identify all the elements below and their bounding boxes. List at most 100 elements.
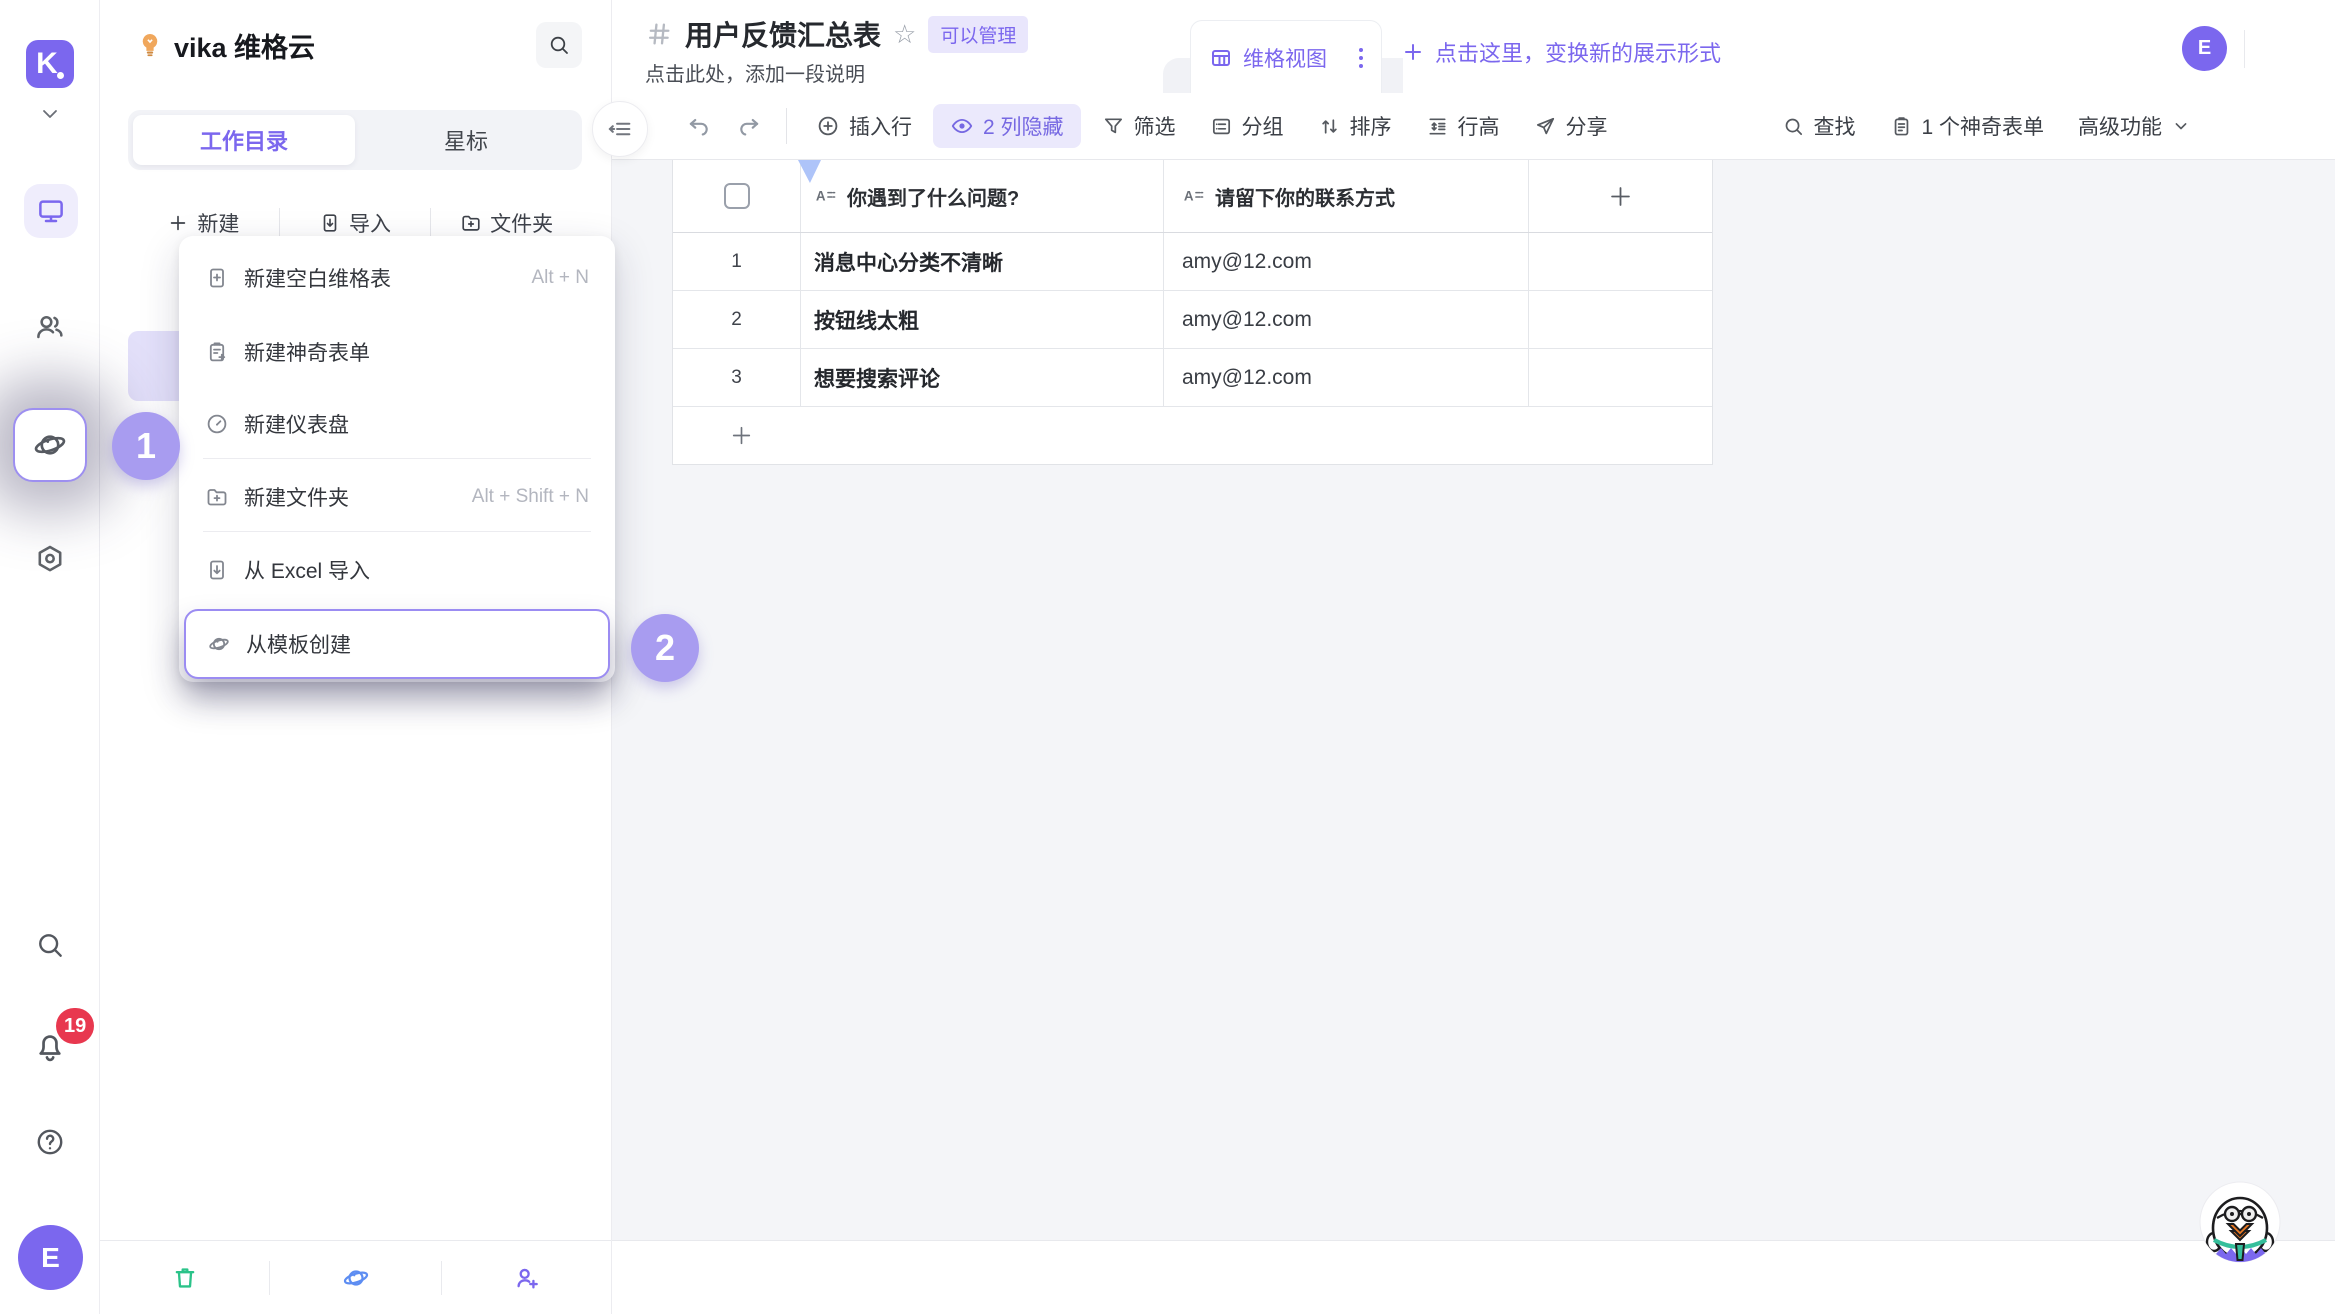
assistant-mascot[interactable]: [2198, 1180, 2282, 1264]
selected-tree-item[interactable]: [128, 331, 184, 401]
undo-icon[interactable]: [674, 113, 724, 139]
table-row[interactable]: 3 想要搜索评论 amy@12.com: [673, 349, 1712, 407]
sidebar-item-contacts[interactable]: [33, 310, 67, 344]
datasheet-hash-icon: [645, 20, 673, 48]
tab-starred[interactable]: 星标: [355, 115, 577, 165]
hidden-columns-button[interactable]: 2 列隐藏: [933, 104, 1081, 148]
form-clipboard-icon: [1890, 115, 1913, 138]
add-column-button[interactable]: [1529, 160, 1712, 232]
left-rail: K 19 E: [0, 0, 100, 1314]
insert-row-button[interactable]: 插入行: [799, 104, 929, 148]
collaborator-avatar[interactable]: E: [2182, 26, 2227, 71]
column-header-problem[interactable]: A 你遇到了什么问题?: [801, 160, 1164, 232]
users-icon: [33, 310, 67, 344]
find-button[interactable]: 查找: [1765, 104, 1873, 148]
app-window: K 19 E vika 维格云 工作目录 星标: [0, 0, 2335, 1314]
menu-item-new-dashboard[interactable]: 新建仪表盘: [179, 392, 615, 456]
panel-bottom-bar: [100, 1240, 611, 1314]
menu-item-import-excel[interactable]: 从 Excel 导入: [179, 538, 615, 602]
tab-grid-view[interactable]: 维格视图: [1190, 20, 1382, 94]
hexagon-gear-icon: [33, 543, 67, 577]
share-button[interactable]: 分享: [1517, 104, 1625, 148]
planet-icon: [207, 632, 231, 656]
menu-item-new-form[interactable]: 新建神奇表单: [179, 320, 615, 384]
row-height-button[interactable]: 行高: [1409, 104, 1517, 148]
funnel-icon: [1102, 115, 1125, 138]
document-header: 用户反馈汇总表 ☆ 可以管理: [645, 14, 1028, 54]
help-icon[interactable]: [34, 1126, 66, 1158]
file-import-icon: [319, 212, 341, 234]
form-plus-icon: [205, 340, 229, 364]
tutorial-step-2-badge: 2: [631, 614, 699, 682]
template-planet-icon[interactable]: [341, 1263, 371, 1293]
magic-form-button[interactable]: 1 个神奇表单: [1873, 104, 2062, 148]
folder-plus-icon: [205, 485, 229, 509]
select-all-checkbox[interactable]: [724, 183, 750, 209]
rail-search-icon[interactable]: [34, 929, 66, 961]
monitor-icon: [36, 196, 66, 226]
file-plus-icon: [205, 266, 229, 290]
rail-user-avatar[interactable]: E: [18, 1225, 83, 1290]
cell-contact: amy@12.com: [1182, 308, 1312, 332]
eye-icon: [950, 114, 974, 138]
main-area: 用户反馈汇总表 ☆ 可以管理 点击此处，添加一段说明 维格视图 点击这里，变换新…: [612, 0, 2335, 1314]
sidebar-item-workbench[interactable]: [24, 184, 78, 238]
redo-icon[interactable]: [724, 113, 774, 139]
cell-problem: 想要搜索评论: [814, 363, 940, 393]
file-import-icon: [205, 558, 229, 582]
row-height-icon: [1426, 115, 1449, 138]
description-placeholder[interactable]: 点击此处，添加一段说明: [645, 58, 865, 87]
document-title[interactable]: 用户反馈汇总表: [685, 14, 881, 54]
star-icon[interactable]: ☆: [893, 21, 916, 47]
shortcut-hint: Alt + Shift + N: [472, 486, 589, 508]
collapse-sidebar-button[interactable]: [592, 101, 648, 157]
grid-canvas: A 你遇到了什么问题? A 请留下你的联系方式 1 消息中心分类不清晰 amy@…: [612, 160, 2335, 1240]
invite-user-icon[interactable]: [513, 1264, 541, 1292]
vika-logo[interactable]: K: [26, 40, 74, 88]
menu-item-new-folder[interactable]: 新建文件夹 Alt + Shift + N: [179, 465, 615, 529]
add-view-button[interactable]: 点击这里，变换新的展示形式: [1401, 32, 1721, 72]
header-checkbox-cell: [673, 160, 801, 232]
notification-count-badge: 19: [56, 1008, 94, 1044]
grid-view-icon: [1209, 46, 1233, 70]
gauge-icon: [205, 412, 229, 436]
sort-button[interactable]: 排序: [1301, 104, 1409, 148]
filter-button[interactable]: 筛选: [1085, 104, 1193, 148]
cell-problem: 消息中心分类不清晰: [814, 247, 1003, 277]
advanced-features-button[interactable]: 高级功能: [2061, 104, 2208, 148]
plus-icon: [167, 212, 189, 234]
datasheet-table: A 你遇到了什么问题? A 请留下你的联系方式 1 消息中心分类不清晰 amy@…: [672, 160, 1713, 465]
view-options-kebab-icon[interactable]: [1359, 48, 1363, 68]
group-button[interactable]: 分组: [1193, 104, 1301, 148]
menu-divider: [203, 531, 591, 532]
folder-plus-icon: [460, 212, 482, 234]
create-dropdown-menu: 新建空白维格表 Alt + N 新建神奇表单 新建仪表盘 新建文件夹 Alt +…: [179, 236, 615, 682]
trash-icon[interactable]: [171, 1264, 199, 1292]
menu-item-create-from-template[interactable]: 从模板创建: [184, 609, 610, 679]
svg-text:A: A: [1184, 188, 1194, 203]
search-icon: [1782, 115, 1805, 138]
sidebar-item-templates[interactable]: [13, 408, 87, 482]
chevron-down-icon[interactable]: [38, 102, 62, 126]
plus-icon: [1607, 183, 1634, 210]
cell-contact: amy@12.com: [1182, 366, 1312, 390]
plus-icon: [1401, 40, 1425, 64]
table-row[interactable]: 2 按钮线太粗 amy@12.com: [673, 291, 1712, 349]
panel-search-button[interactable]: [536, 22, 582, 68]
plus-circle-icon: [816, 114, 840, 138]
column-header-contact[interactable]: A 请留下你的联系方式: [1164, 160, 1529, 232]
group-list-icon: [1210, 115, 1233, 138]
add-row-button[interactable]: [673, 407, 1712, 464]
sidebar-item-settings[interactable]: [33, 543, 67, 577]
menu-item-new-datasheet[interactable]: 新建空白维格表 Alt + N: [179, 246, 615, 310]
menu-divider: [203, 458, 591, 459]
tab-working-directory[interactable]: 工作目录: [133, 115, 355, 165]
shortcut-hint: Alt + N: [531, 267, 589, 289]
panel-tabs: 工作目录 星标: [128, 110, 582, 170]
view-tab-label: 维格视图: [1243, 43, 1327, 73]
workspace-name[interactable]: vika 维格云: [174, 26, 315, 65]
table-row[interactable]: 1 消息中心分类不清晰 amy@12.com: [673, 233, 1712, 291]
plus-icon: [729, 423, 754, 448]
divider: [2244, 30, 2245, 68]
toolbar: 插入行 2 列隐藏 筛选 分组 排序 行高 分享 查找: [612, 93, 2335, 160]
